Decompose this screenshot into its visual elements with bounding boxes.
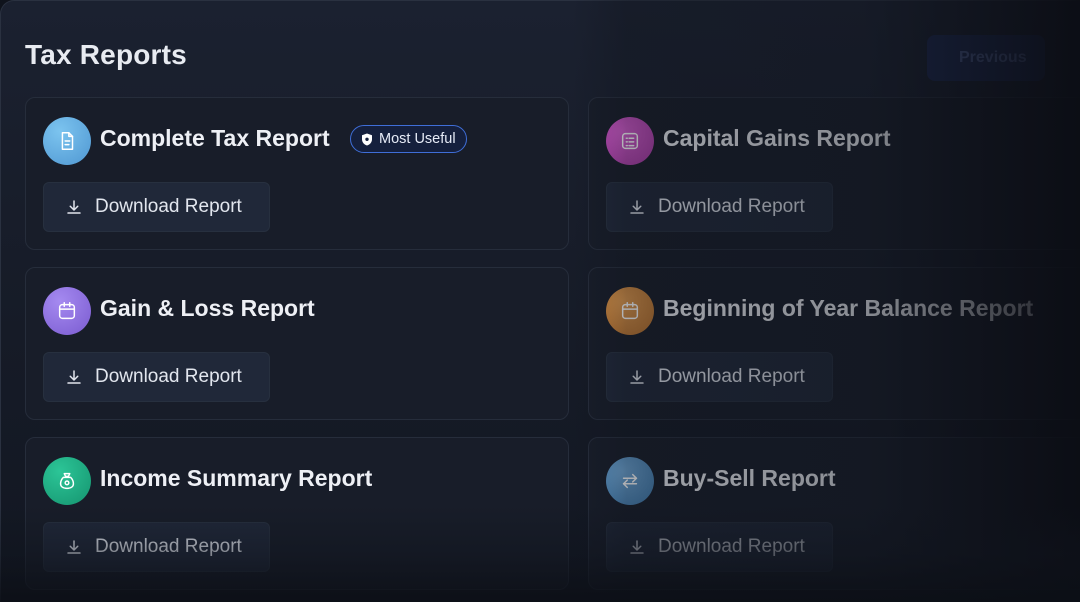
money-bag-icon [43, 457, 91, 505]
report-title: Income Summary Report [100, 465, 373, 491]
download-icon [67, 540, 81, 554]
report-title: Gain & Loss Report [100, 295, 315, 321]
download-icon [630, 200, 644, 214]
report-card-buy-sell: Buy-Sell Report Download Report [588, 437, 1080, 590]
list-icon [606, 117, 654, 165]
download-report-button[interactable]: Download Report [606, 352, 833, 402]
calendar-icon [43, 287, 91, 335]
report-title: Complete Tax Report [100, 125, 330, 151]
document-icon [43, 117, 91, 165]
download-icon [630, 370, 644, 384]
download-report-button[interactable]: Download Report [43, 522, 270, 572]
report-card-capital-gains: Capital Gains Report Download Report [588, 97, 1080, 250]
download-report-button[interactable]: Download Report [43, 352, 270, 402]
report-title: Beginning of Year Balance Report [663, 295, 1034, 321]
badge-label: Most Useful [379, 131, 456, 147]
report-card-income-summary: Income Summary Report Download Report [25, 437, 569, 590]
swap-arrows-icon [606, 457, 654, 505]
previous-button[interactable]: Previous [927, 35, 1045, 81]
download-icon [67, 200, 81, 214]
report-card-beginning-balance: Beginning of Year Balance Report Downloa… [588, 267, 1080, 420]
shield-icon [362, 133, 372, 145]
download-icon [630, 540, 644, 554]
download-label: Download Report [95, 536, 242, 557]
tax-reports-panel: Tax Reports Previous Complete Tax Report… [0, 0, 1080, 602]
report-title: Buy-Sell Report [663, 465, 836, 491]
download-report-button[interactable]: Download Report [606, 522, 833, 572]
report-card-gain-loss: Gain & Loss Report Download Report [25, 267, 569, 420]
report-card-complete-tax: Complete Tax Report Most Useful Download… [25, 97, 569, 250]
stage: Tax Reports Previous Complete Tax Report… [0, 0, 1080, 602]
download-label: Download Report [95, 366, 242, 387]
report-title: Capital Gains Report [663, 125, 891, 151]
download-label: Download Report [658, 366, 805, 387]
page-title: Tax Reports [25, 39, 187, 70]
download-report-button[interactable]: Download Report [606, 182, 833, 232]
most-useful-badge: Most Useful [350, 125, 467, 153]
download-label: Download Report [658, 196, 805, 217]
download-label: Download Report [95, 196, 242, 217]
download-label: Download Report [658, 536, 805, 557]
calendar-icon [606, 287, 654, 335]
download-icon [67, 370, 81, 384]
download-report-button[interactable]: Download Report [43, 182, 270, 232]
